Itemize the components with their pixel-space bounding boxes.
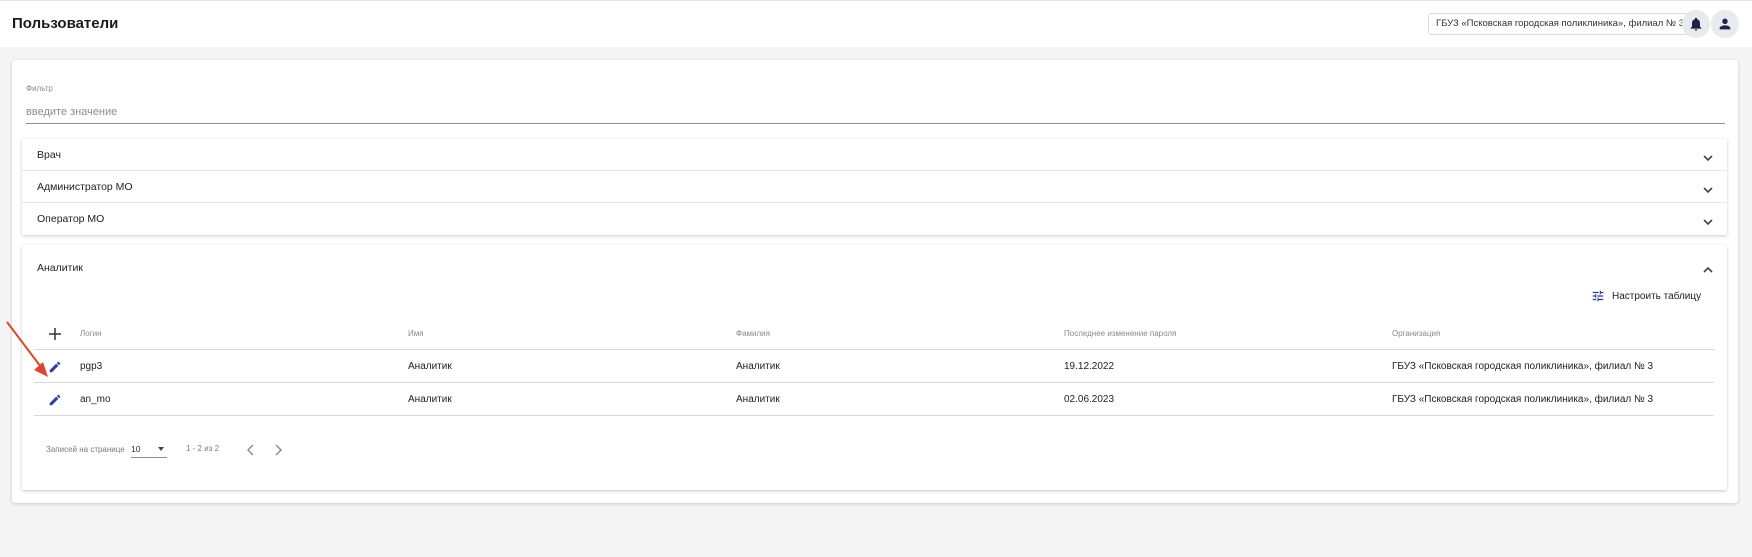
pencil-icon (49, 394, 61, 406)
previous-page-button[interactable] (244, 443, 258, 457)
profile-button[interactable] (1711, 10, 1739, 38)
per-page-label: Записей на странице (46, 445, 125, 454)
tune-icon (1592, 290, 1604, 302)
chevron-down-icon (1703, 150, 1713, 162)
plus-icon (49, 328, 61, 340)
role-panels: Врач Администратор МО Оператор МО (22, 139, 1727, 235)
per-page-value: 10 (131, 444, 141, 454)
users-table: Логин Имя Фамилия Последнее изменение па… (34, 317, 1714, 416)
next-page-button[interactable] (271, 443, 285, 457)
role-panel-doctor[interactable]: Врач (22, 139, 1727, 171)
chevron-down-icon (1703, 214, 1713, 226)
table-settings-button[interactable]: Настроить таблицу (1591, 288, 1701, 304)
column-header-first-name[interactable]: Имя (408, 317, 424, 350)
per-page-select[interactable]: 10 (131, 442, 167, 458)
dropdown-caret-icon (158, 447, 164, 451)
page-range: 1 - 2 из 2 (186, 444, 220, 453)
table-header: Логин Имя Фамилия Последнее изменение па… (34, 317, 1714, 350)
table-row: an_mo Аналитик Аналитик 02.06.2023 ГБУЗ … (34, 383, 1714, 416)
edit-user-button[interactable] (48, 393, 62, 407)
column-header-password-changed[interactable]: Последнее изменение пароля (1064, 317, 1176, 350)
column-header-last-name[interactable]: Фамилия (736, 317, 770, 350)
filter-label: Фильтр (26, 84, 53, 93)
column-header-login[interactable]: Логин (80, 317, 102, 350)
cell-login: pgp3 (80, 361, 103, 372)
add-user-button[interactable] (48, 327, 62, 341)
role-panel-title[interactable]: Аналитик (37, 262, 83, 274)
page-title: Пользователи (12, 15, 119, 32)
bell-icon (1690, 17, 1702, 31)
cell-organization: ГБУЗ «Псковская городская поликлиника», … (1392, 361, 1654, 372)
role-panel-title: Врач (37, 149, 61, 161)
role-panel-title: Оператор МО (37, 213, 105, 225)
user-icon (1719, 18, 1731, 30)
edit-user-button[interactable] (48, 360, 62, 374)
pagination: Записей на странице 10 1 - 2 из 2 (34, 441, 434, 461)
filter-input[interactable] (26, 100, 1725, 124)
cell-last-name: Аналитик (736, 394, 780, 405)
cell-last-name: Аналитик (736, 361, 780, 372)
cell-password-changed: 02.06.2023 (1064, 394, 1115, 405)
chevron-right-icon (275, 444, 282, 456)
chevron-down-icon (1703, 182, 1713, 194)
cell-password-changed: 19.12.2022 (1064, 361, 1115, 372)
role-panel-mo-operator[interactable]: Оператор МО (22, 203, 1727, 235)
cell-organization: ГБУЗ «Псковская городская поликлиника», … (1392, 394, 1654, 405)
column-header-organization[interactable]: Организация (1392, 317, 1440, 350)
top-bar: Пользователи ГБУЗ «Псковская городская п… (0, 0, 1752, 47)
chevron-up-icon[interactable] (1703, 262, 1713, 273)
table-settings-label: Настроить таблицу (1612, 290, 1702, 302)
role-panel-mo-admin[interactable]: Администратор МО (22, 171, 1727, 203)
cell-login: an_mo (80, 394, 111, 405)
cell-first-name: Аналитик (408, 394, 452, 405)
pencil-icon (49, 361, 61, 373)
cell-first-name: Аналитик (408, 361, 452, 372)
chevron-left-icon (247, 444, 254, 456)
users-card: Фильтр Врач Администратор МО Оператор МО… (12, 60, 1738, 503)
notifications-button[interactable] (1682, 10, 1710, 38)
table-row: pgp3 Аналитик Аналитик 19.12.2022 ГБУЗ «… (34, 350, 1714, 383)
organization-selector[interactable]: ГБУЗ «Псковская городская поликлиника», … (1428, 13, 1693, 35)
role-panel-analyst: Аналитик Настроить таблицу Логин Имя Фам… (22, 245, 1727, 490)
role-panel-title: Администратор МО (37, 181, 133, 193)
